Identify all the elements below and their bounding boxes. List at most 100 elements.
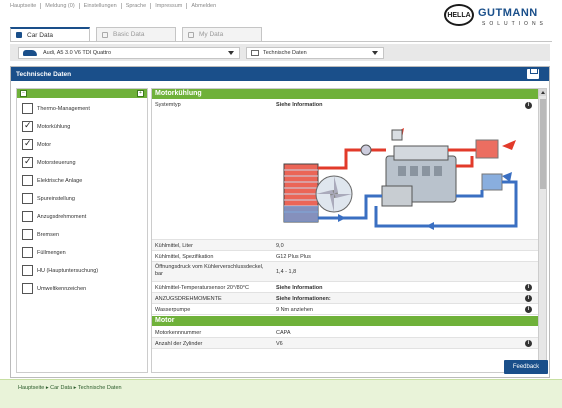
row-value: 9,0 [276, 243, 284, 249]
list-item-label: Füllmengen [37, 249, 66, 256]
row-label: Motorkennnummer [155, 330, 202, 336]
checkbox[interactable] [22, 121, 33, 132]
category-select[interactable]: Technische Daten [246, 47, 384, 59]
info-icon[interactable]: i [525, 306, 532, 313]
nav-link-meldung[interactable]: Meldung (0) [40, 3, 78, 9]
row-label: Anzahl der Zylinder [155, 341, 203, 347]
table-row: ANZUGSDREHMOMENTE Siehe Informationen: i [152, 293, 538, 304]
nav-link-einstellungen[interactable]: Einstellungen [78, 3, 121, 9]
list-item-label: HU (Hauptuntersuchung) [37, 267, 99, 274]
row-value: Siehe Information [276, 102, 323, 108]
hella-logo-mark: HELLA [444, 4, 474, 26]
vehicle-select[interactable]: Audi, A5 3.0 V6 TDI Quattro [18, 47, 240, 59]
fan-illustration [315, 175, 353, 213]
tab-label: My Data [199, 31, 224, 38]
row-label: Kühlmittel, Spezifikation [155, 254, 214, 260]
info-icon[interactable]: i [525, 102, 532, 109]
list-item-motor[interactable]: Motor [22, 139, 51, 150]
nav-link-abmelden[interactable]: Abmelden [186, 3, 220, 9]
cooling-system-diagram [283, 128, 518, 230]
my-data-icon [188, 31, 194, 38]
section-header-motor: Motor [152, 316, 538, 326]
collapse-icon[interactable]: − [20, 90, 27, 97]
chevron-down-icon [372, 51, 378, 55]
tab-label: Basic Data [113, 31, 145, 38]
list-item-motorkuehlung[interactable]: Motorkühlung [22, 121, 70, 132]
basic-data-icon [102, 31, 108, 38]
row-value: 1,4 - 1,8 [276, 269, 297, 275]
expand-icon[interactable]: + [137, 90, 144, 97]
row-label: Systemtyp [155, 102, 181, 108]
list-item-label: Motorsteuerung [37, 159, 76, 166]
checkbox[interactable] [22, 229, 33, 240]
checkbox[interactable] [22, 139, 33, 150]
tab-my-data[interactable]: My Data [182, 27, 262, 41]
table-row: Kühlmittel, Liter 9,0 [152, 240, 538, 251]
list-item-hu[interactable]: HU (Hauptuntersuchung) [22, 265, 98, 276]
row-value: G12 Plus Plus [276, 254, 311, 260]
main-tabs: Car Data Basic Data My Data [10, 27, 262, 41]
brand-sub: SOLUTIONS [482, 21, 547, 27]
list-item-bremsen[interactable]: Bremsen [22, 229, 59, 240]
row-value: Siehe Informationen: [276, 296, 331, 302]
list-item-label: Umweltkennzeichen [37, 285, 87, 292]
row-label: Öffnungsdruck vom Kühlerverschlussdeckel… [155, 264, 264, 277]
checkbox[interactable] [22, 103, 33, 114]
section-header-motorkuehlung: Motorkühlung [152, 89, 538, 99]
row-value: V6 [276, 341, 283, 347]
row-value: Siehe Information [276, 285, 323, 291]
info-icon[interactable]: i [525, 295, 532, 302]
radiator-illustration [283, 163, 319, 223]
scroll-up-icon[interactable] [539, 89, 546, 96]
heater-core-illustration [475, 139, 503, 191]
tab-car-data[interactable]: Car Data [10, 27, 90, 41]
checkbox[interactable] [22, 157, 33, 168]
details-pane: Motorkühlung Systemtyp Siehe Information… [151, 88, 547, 373]
brand-logo: HELLA GUTMANN SOLUTIONS [444, 4, 554, 34]
checkbox[interactable] [22, 175, 33, 186]
content-panel: Technische Daten − + Thermo-Management M… [10, 66, 550, 378]
checkbox[interactable] [22, 193, 33, 204]
row-label: Wasserpumpe [155, 307, 191, 313]
details-scrollbar[interactable] [538, 89, 546, 372]
tab-basic-data[interactable]: Basic Data [96, 27, 176, 41]
list-item-anzugsdrehmoment[interactable]: Anzugsdrehmoment [22, 211, 86, 222]
vehicle-select-value: Audi, A5 3.0 V6 TDI Quattro [43, 50, 112, 56]
checkbox[interactable] [22, 211, 33, 222]
table-row-systemtyp: Systemtyp Siehe Information i [152, 100, 538, 240]
list-item-label: Motor [37, 141, 52, 148]
nav-link-hauptseite[interactable]: Hauptseite [6, 3, 40, 9]
list-item-fuellmengen[interactable]: Füllmengen [22, 247, 66, 258]
list-header: − + [17, 89, 147, 98]
nav-link-sprache[interactable]: Sprache [120, 3, 151, 9]
list-item-spureinstellung[interactable]: Spureinstellung [22, 193, 75, 204]
checkbox[interactable] [22, 265, 33, 276]
tab-label: Car Data [27, 31, 54, 39]
panel-header: Technische Daten [11, 67, 549, 81]
table-row: Öffnungsdruck vom Kühlerverschlussdeckel… [152, 262, 538, 282]
category-select-value: Technische Daten [263, 50, 307, 56]
info-icon[interactable]: i [525, 340, 532, 347]
checkbox[interactable] [22, 283, 33, 294]
checkbox[interactable] [22, 247, 33, 258]
list-item-motorsteuerung[interactable]: Motorsteuerung [22, 157, 76, 168]
row-value: CAPA [276, 330, 291, 336]
row-label: ANZUGSDREHMOMENTE [155, 296, 222, 302]
brand-name: GUTMANN [478, 7, 538, 19]
list-item-thermo-management[interactable]: Thermo-Management [22, 103, 90, 114]
nav-link-impressum[interactable]: Impressum [150, 3, 186, 9]
list-item-label: Thermo-Management [37, 105, 90, 112]
breadcrumb[interactable]: Hauptseite ▸ Car Data ▸ Technische Daten [18, 385, 122, 391]
info-icon[interactable]: i [525, 284, 532, 291]
list-item-umweltkennzeichen[interactable]: Umweltkennzeichen [22, 283, 86, 294]
row-value: 9 Nm anziehen [276, 307, 313, 313]
feedback-button[interactable]: Feedback [504, 360, 548, 374]
printer-icon[interactable] [527, 68, 539, 79]
car-data-icon [16, 32, 22, 38]
row-label: Kühlmittel, Liter [155, 243, 193, 249]
list-item-elektrische-anlage[interactable]: Elektrische Anlage [22, 175, 82, 186]
footer-bar: Hauptseite ▸ Car Data ▸ Technische Daten [0, 379, 562, 408]
list-item-label: Elektrische Anlage [37, 177, 83, 184]
list-item-label: Anzugsdrehmoment [37, 213, 87, 220]
scrollbar-thumb[interactable] [540, 99, 546, 189]
